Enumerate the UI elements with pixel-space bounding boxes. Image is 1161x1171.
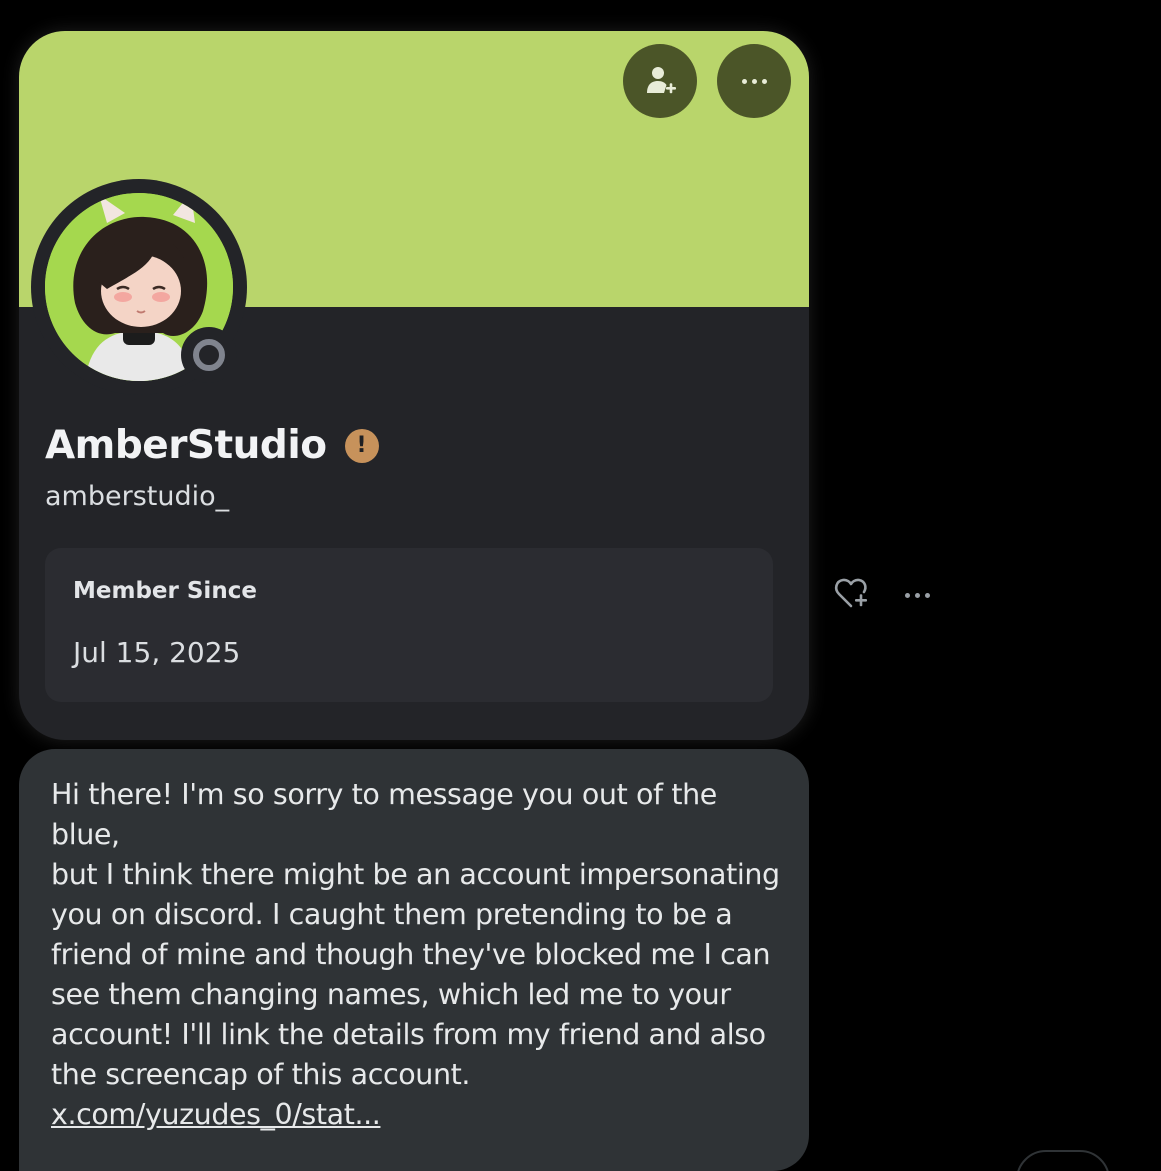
member-since-date: Jul 15, 2025 bbox=[73, 636, 241, 669]
add-friend-button[interactable] bbox=[623, 44, 697, 118]
status-indicator bbox=[181, 327, 237, 383]
username: amberstudio_ bbox=[45, 481, 230, 512]
message-more-button[interactable] bbox=[905, 585, 945, 605]
dm-conversation: AmberStudio ! amberstudio_ Member Since … bbox=[0, 0, 1161, 1171]
add-reaction-button[interactable] bbox=[833, 576, 873, 612]
avatar-frame bbox=[31, 179, 247, 395]
warning-icon[interactable]: ! bbox=[344, 428, 379, 463]
scroll-to-bottom-button[interactable] bbox=[1016, 1150, 1110, 1171]
profile-more-button[interactable] bbox=[717, 44, 791, 118]
profile-card[interactable]: AmberStudio ! amberstudio_ Member Since … bbox=[19, 31, 809, 740]
message-link[interactable]: x.com/yuzudes_0/stat... bbox=[51, 1095, 381, 1135]
more-dots-icon bbox=[741, 78, 767, 84]
display-name-row: AmberStudio ! bbox=[45, 423, 379, 468]
member-since-section: Member Since Jul 15, 2025 bbox=[45, 548, 773, 702]
member-since-label: Member Since bbox=[73, 578, 257, 604]
display-name: AmberStudio bbox=[45, 423, 327, 468]
add-friend-icon bbox=[647, 67, 676, 94]
more-dots-icon bbox=[905, 592, 910, 598]
heart-add-icon bbox=[834, 578, 867, 608]
message-text: Hi there! I'm so sorry to message you ou… bbox=[51, 778, 780, 1091]
message-bubble[interactable]: Hi there! I'm so sorry to message you ou… bbox=[19, 749, 809, 1171]
offline-status-icon bbox=[193, 339, 225, 371]
